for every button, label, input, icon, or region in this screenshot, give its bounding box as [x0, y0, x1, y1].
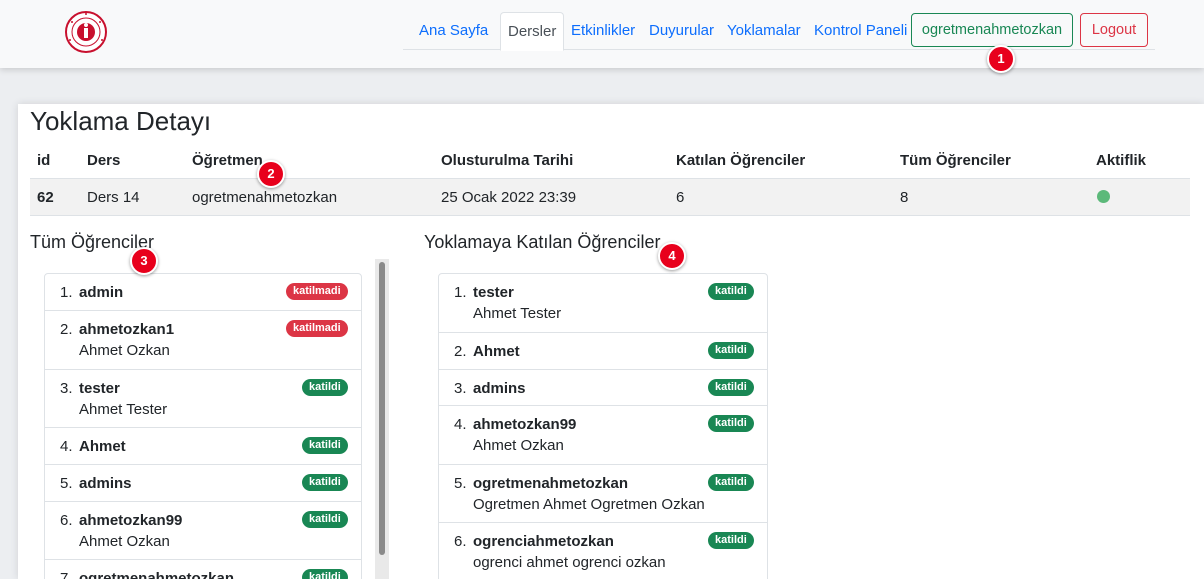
university-logo[interactable]	[62, 10, 110, 54]
status-badge: katildi	[708, 379, 754, 396]
item-number: 1.	[60, 284, 73, 301]
status-badge: katildi	[708, 342, 754, 359]
item-number: 5.	[60, 475, 73, 492]
cell-katilan: 6	[676, 189, 685, 206]
col-header-ogretmen: Öğretmen	[192, 152, 263, 169]
item-username: ahmetozkan99	[79, 512, 183, 529]
item-fullname: Ahmet Ozkan	[473, 437, 564, 454]
item-fullname: Ahmet Tester	[473, 305, 562, 322]
list-item: 4. Ahmet katildi	[45, 428, 361, 465]
list-item: 5. ogretmenahmetozkan Ogretmen Ahmet Ogr…	[439, 465, 767, 523]
item-username: ahmetozkan1	[79, 321, 175, 338]
item-username: tester	[79, 380, 120, 397]
list-item: 4. ahmetozkan99 Ahmet Ozkan katildi	[439, 406, 767, 465]
col-header-aktiflik: Aktiflik	[1096, 152, 1147, 169]
status-badge: katildi	[708, 474, 754, 491]
item-username: ahmetozkan99	[473, 416, 577, 433]
list-item: 3. admins katildi	[439, 370, 767, 406]
status-badge: katilmadi	[286, 283, 348, 300]
item-number: 1.	[454, 284, 467, 301]
list-item: 3. tester Ahmet Tester katildi	[45, 370, 361, 428]
cell-tum: 8	[900, 189, 909, 206]
item-username: Ahmet	[79, 438, 126, 455]
item-username: admins	[473, 380, 526, 397]
item-number: 5.	[454, 475, 467, 492]
item-username: tester	[473, 284, 514, 301]
nav-yoklamalar[interactable]: Yoklamalar	[727, 12, 801, 50]
status-badge: katildi	[708, 283, 754, 300]
list-item: 1. tester Ahmet Tester katildi	[439, 274, 767, 333]
item-number: 4.	[60, 438, 73, 455]
user-profile-button[interactable]: ogretmenahmetozkan	[911, 13, 1073, 47]
cell-ogretmen: ogretmenahmetozkan	[192, 189, 338, 206]
list-item: 6. ogrenciahmetozkan ogrenci ahmet ogren…	[439, 523, 767, 579]
item-username: ogretmenahmetozkan	[79, 570, 235, 579]
page-title: Yoklama Detayı	[30, 106, 212, 136]
status-badge: katildi	[302, 511, 348, 528]
col-header-tum: Tüm Öğrenciler	[900, 152, 1011, 169]
item-number: 7.	[60, 570, 73, 579]
item-fullname: Ogretmen Ahmet Ogretmen Ozkan	[473, 496, 705, 513]
status-badge: katilmadi	[286, 320, 348, 337]
item-fullname: ogrenci ahmet ogrenci ozkan	[473, 554, 666, 571]
nav-duyurular[interactable]: Duyurular	[649, 12, 714, 50]
item-number: 3.	[60, 380, 73, 397]
nav-dersler[interactable]: Dersler	[500, 12, 565, 51]
item-username: ogrenciahmetozkan	[473, 533, 614, 550]
item-number: 4.	[454, 416, 467, 433]
list-item: 7. ogretmenahmetozkan katildi	[45, 560, 361, 579]
col-header-id: id	[37, 152, 51, 169]
item-number: 2.	[60, 321, 73, 338]
item-number: 3.	[454, 380, 467, 397]
status-badge: katildi	[708, 532, 754, 549]
annotation-marker-2: 2	[257, 160, 285, 188]
list-item: 2. Ahmet katildi	[439, 333, 767, 370]
annotation-marker-3: 3	[130, 247, 158, 275]
item-username: admins	[79, 475, 132, 492]
status-badge: katildi	[302, 569, 348, 579]
cell-ders: Ders 14	[87, 189, 140, 206]
navbar: Ana Sayfa Dersler Etkinlikler Duyurular …	[0, 0, 1204, 68]
attended-students-title: Yoklamaya Katılan Öğrenciler	[424, 232, 661, 252]
item-fullname: Ahmet Ozkan	[79, 533, 170, 550]
item-username: admin	[79, 284, 124, 301]
nav-etkinlikler[interactable]: Etkinlikler	[571, 12, 635, 50]
col-header-ders: Ders	[87, 152, 121, 169]
col-header-katilan: Katılan Öğrenciler	[676, 152, 806, 169]
list-item: 1. admin katilmadi	[45, 274, 361, 311]
col-header-tarih: Olusturulma Tarihi	[441, 152, 574, 169]
status-badge: katildi	[708, 415, 754, 432]
item-fullname: Ahmet Tester	[79, 401, 168, 418]
active-status-dot	[1097, 190, 1110, 203]
cell-tarih: 25 Ocak 2022 23:39	[441, 189, 577, 206]
attended-students-list: 1. tester Ahmet Tester katildi 2. Ahmet …	[438, 273, 768, 579]
annotation-marker-1: 1	[987, 45, 1015, 73]
list-scrollbar-thumb[interactable]	[379, 262, 385, 555]
nav-kontrol-paneli[interactable]: Kontrol Paneli	[814, 12, 907, 50]
status-badge: katildi	[302, 437, 348, 454]
list-item: 2. ahmetozkan1 Ahmet Ozkan katilmadi	[45, 311, 361, 370]
annotation-marker-4: 4	[658, 242, 686, 270]
item-username: ogretmenahmetozkan	[473, 475, 629, 492]
item-fullname: Ahmet Ozkan	[79, 342, 170, 359]
item-number: 6.	[60, 512, 73, 529]
item-number: 2.	[454, 343, 467, 360]
cell-id: 62	[37, 189, 54, 206]
list-item: 6. ahmetozkan99 Ahmet Ozkan katildi	[45, 502, 361, 560]
nav-ana-sayfa[interactable]: Ana Sayfa	[419, 12, 488, 50]
status-badge: katildi	[302, 379, 348, 396]
logout-button[interactable]: Logout	[1080, 13, 1148, 47]
status-badge: katildi	[302, 474, 348, 491]
all-students-list: 1. admin katilmadi 2. ahmetozkan1 Ahmet …	[44, 273, 362, 579]
list-item: 5. admins katildi	[45, 465, 361, 502]
item-username: Ahmet	[473, 343, 520, 360]
item-number: 6.	[454, 533, 467, 550]
